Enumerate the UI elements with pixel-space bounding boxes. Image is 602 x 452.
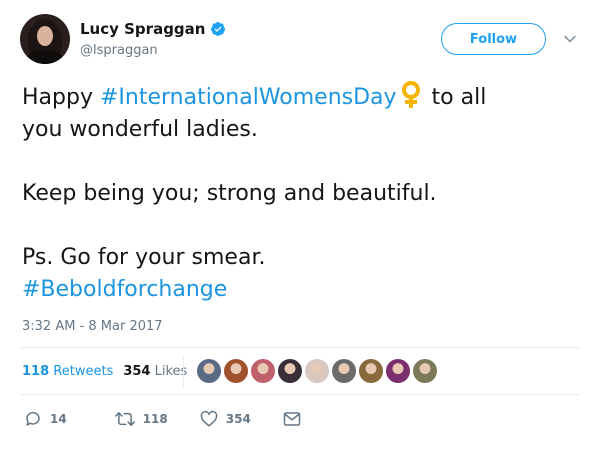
verified-badge-icon [211,22,226,36]
liker-avatar[interactable] [250,358,276,384]
text-fragment: to all [424,85,487,110]
likes-stat[interactable]: 354 Likes [123,364,187,379]
venus-symbol-icon [401,81,420,108]
tweet-text: Happy #InternationalWomensDay to all you… [22,81,582,306]
liker-avatars[interactable] [196,358,438,384]
engagement-stats: 118 Retweets 354 Likes [22,364,187,379]
liker-avatar[interactable] [358,358,384,384]
liker-avatar[interactable] [196,358,222,384]
tweet-line-1: Happy #InternationalWomensDay to all [22,81,582,114]
direct-message-button[interactable] [283,411,301,427]
reply-icon [26,411,40,426]
tweet-line-3: Keep being you; strong and beautiful. [22,181,437,206]
retweet-icon [114,412,135,426]
tweet-line-4: Ps. Go for your smear. [22,245,266,270]
liker-avatar[interactable] [331,358,357,384]
retweets-count: 118 [22,364,50,379]
retweets-label: Retweets [53,364,114,379]
like-count: 354 [225,412,251,426]
heart-icon [200,410,218,427]
display-name[interactable]: Lucy Spraggan [80,20,205,38]
reply-button[interactable]: 14 [24,410,67,428]
hashtag-link[interactable]: #InternationalWomensDay [100,85,397,110]
chevron-down-icon[interactable] [563,32,577,46]
tweet-actions: 14 118 354 [24,410,301,428]
liker-avatar[interactable] [223,358,249,384]
avatar[interactable] [20,14,70,64]
user-handle[interactable]: @lspraggan [80,43,158,58]
divider [20,347,580,348]
liker-avatar[interactable] [304,358,330,384]
follow-button[interactable]: Follow [441,23,546,55]
liker-avatar[interactable] [385,358,411,384]
tweet-timestamp[interactable]: 3:32 AM - 8 Mar 2017 [22,319,163,334]
retweets-stat[interactable]: 118 Retweets [22,364,113,379]
hashtag-link[interactable]: #Beboldforchange [22,277,227,302]
retweet-button[interactable]: 118 [114,410,168,428]
reply-count: 14 [50,412,67,426]
text-fragment: Happy [22,85,100,110]
stats-separator [183,355,184,389]
envelope-icon [283,412,301,426]
divider [20,394,580,395]
like-button[interactable]: 354 [200,410,251,428]
user-name-row[interactable]: Lucy Spraggan [80,20,226,38]
tweet-line-2: you wonderful ladies. [22,117,258,142]
retweet-count: 118 [142,412,168,426]
liker-avatar[interactable] [412,358,438,384]
likes-count: 354 [123,364,151,379]
tweet-card: Lucy Spraggan @lspraggan Follow Happy #I… [0,0,602,452]
liker-avatar[interactable] [277,358,303,384]
